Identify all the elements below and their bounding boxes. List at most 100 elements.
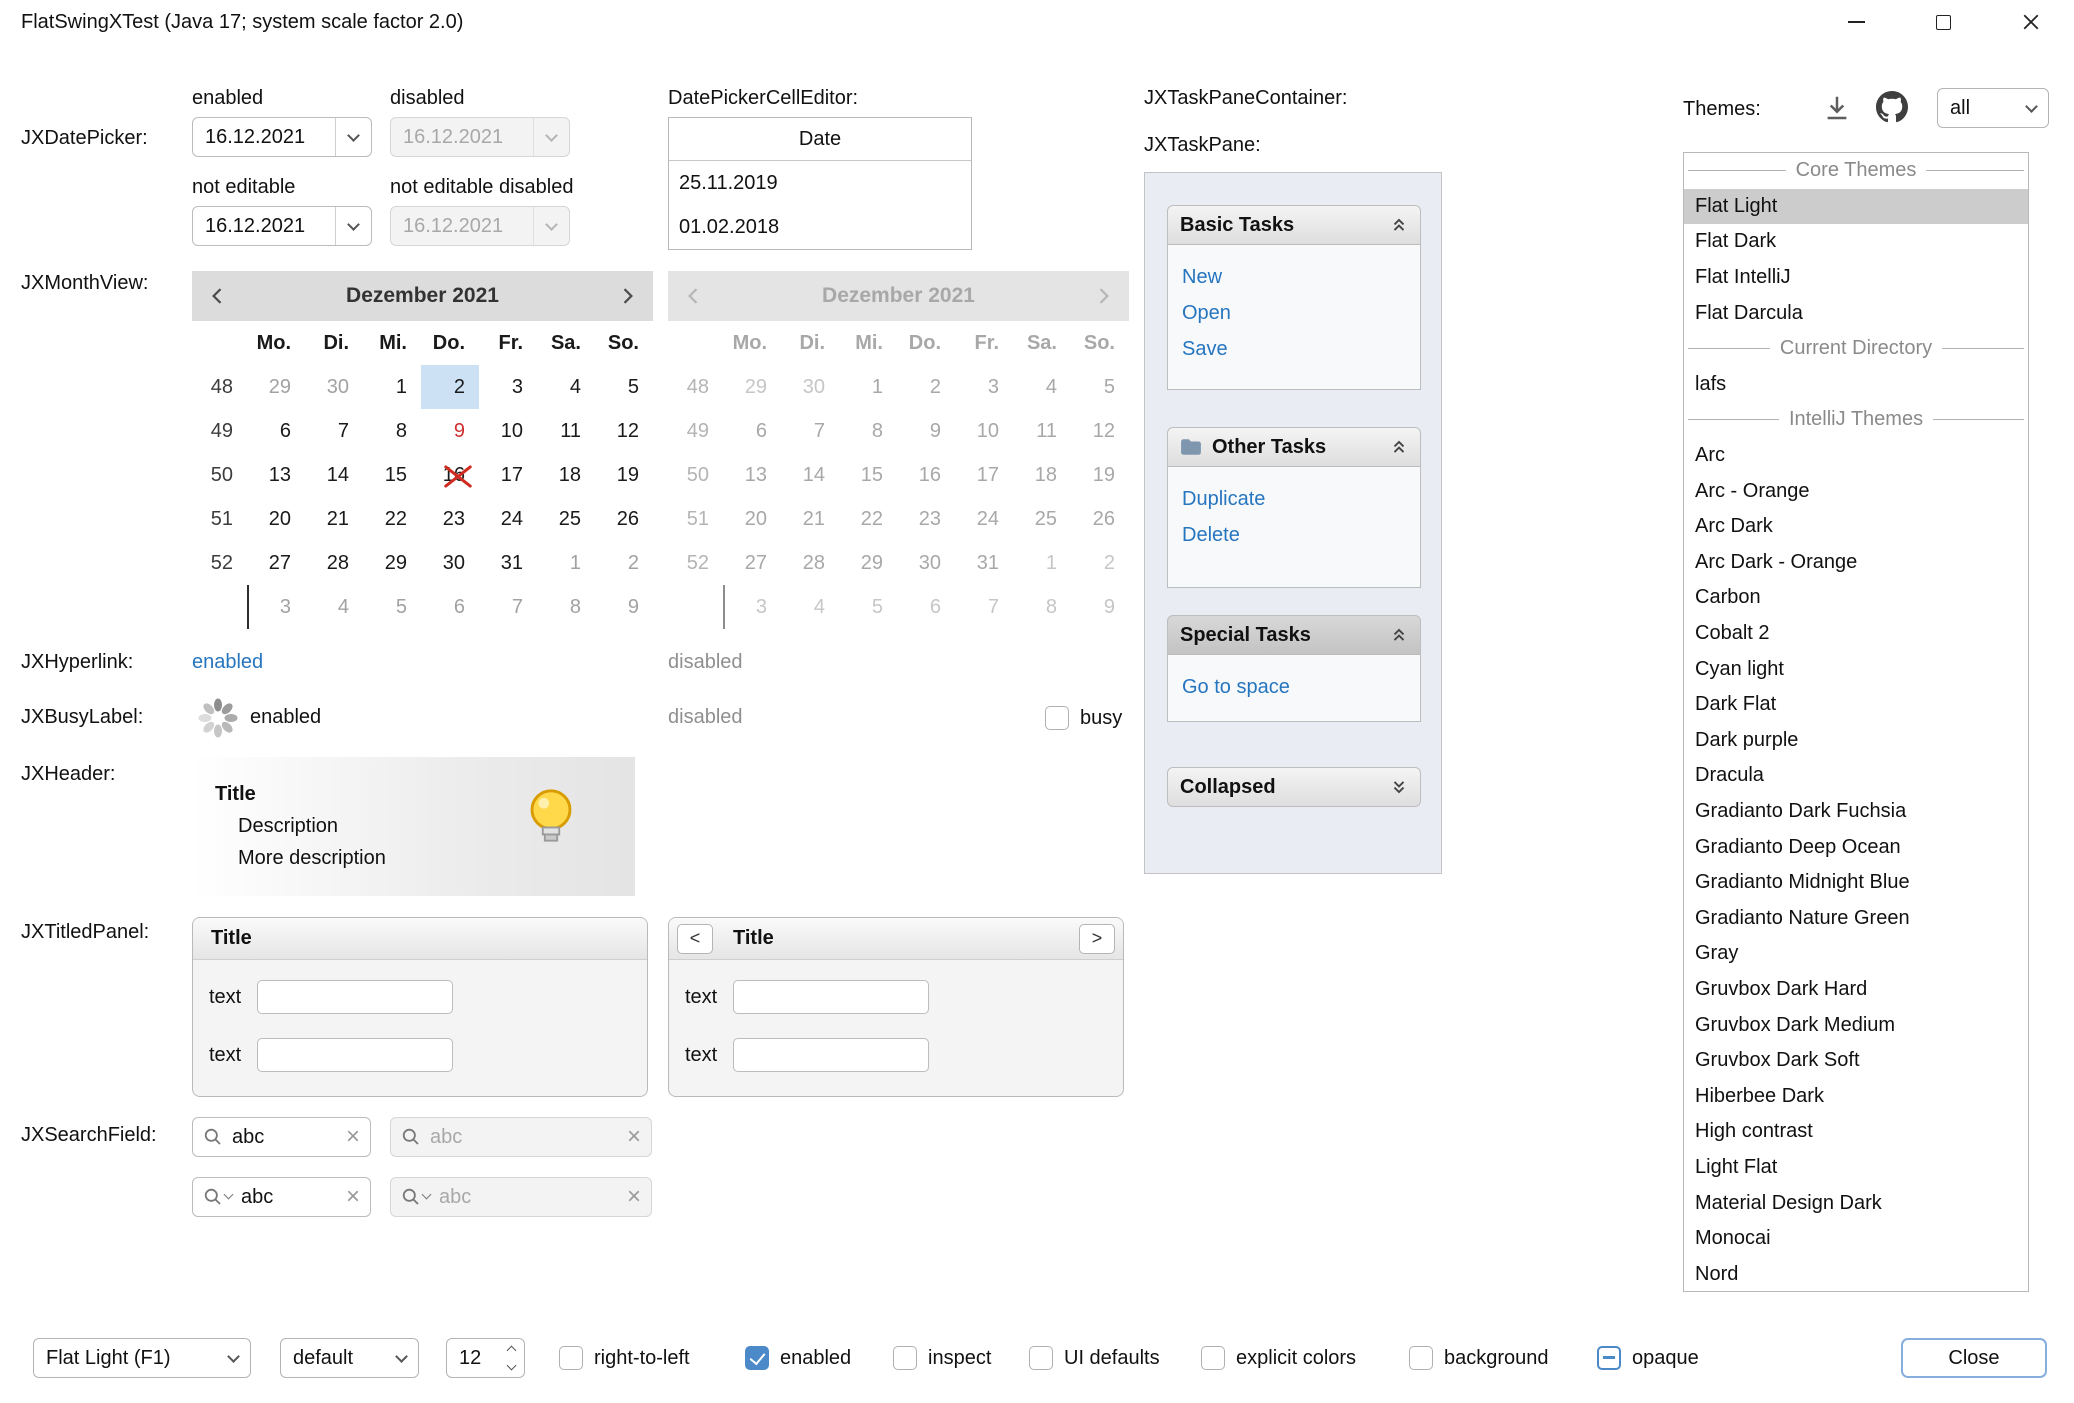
calendar-day[interactable]: 31 [479,541,537,585]
checkbox-explicit-colors[interactable]: explicit colors [1201,1338,1356,1378]
theme-item-gradianto-dark-fuchsia[interactable]: Gradianto Dark Fuchsia [1684,794,2028,830]
calendar-day[interactable]: 8 [537,585,595,629]
calendar-day[interactable]: 28 [305,541,363,585]
theme-item-cobalt-2[interactable]: Cobalt 2 [1684,616,2028,652]
titledpanel-right-button[interactable]: > [1079,924,1115,954]
calendar-day[interactable]: 17 [479,453,537,497]
laf-combobox[interactable]: Flat Light (F1) [33,1338,251,1378]
calendar-day[interactable]: 22 [363,497,421,541]
checkbox-busy[interactable]: busy [1045,698,1122,738]
themes-filter-combobox[interactable]: all [1937,88,2049,128]
theme-item-gradianto-nature-green[interactable]: Gradianto Nature Green [1684,900,2028,936]
theme-item-flat-dark[interactable]: Flat Dark [1684,224,2028,260]
calendar-day[interactable]: 10 [479,409,537,453]
taskpane-action-delete[interactable]: Delete [1182,517,1420,553]
calendar-day[interactable]: 4 [537,365,595,409]
titledpanel-left-button[interactable]: < [677,924,713,954]
text-input[interactable] [733,1038,929,1072]
checkbox-inspect[interactable]: inspect [893,1338,991,1378]
calendar-day[interactable]: 29 [247,365,305,409]
clear-icon[interactable]: × [346,1125,360,1149]
theme-item-flat-light[interactable]: Flat Light [1684,189,2028,225]
checkbox-ui-defaults[interactable]: UI defaults [1029,1338,1160,1378]
theme-item-high-contrast[interactable]: High contrast [1684,1114,2028,1150]
theme-item-dark-purple[interactable]: Dark purple [1684,723,2028,759]
calendar-day[interactable]: 24 [479,497,537,541]
spinner-down-button[interactable] [498,1358,524,1377]
theme-item-carbon[interactable]: Carbon [1684,580,2028,616]
font-combobox[interactable]: default [280,1338,419,1378]
theme-item-material-design-dark[interactable]: Material Design Dark [1684,1185,2028,1221]
close-dialog-button[interactable]: Close [1901,1338,2047,1378]
calendar-day[interactable]: 12 [595,409,653,453]
spinner-up-button[interactable] [498,1339,524,1358]
text-input[interactable] [257,980,453,1014]
theme-item-nord[interactable]: Nord [1684,1256,2028,1292]
theme-item-cyan-light[interactable]: Cyan light [1684,651,2028,687]
calendar-day[interactable]: 15 [363,453,421,497]
calendar-day[interactable]: 3 [247,585,305,629]
theme-item-light-flat[interactable]: Light Flat [1684,1150,2028,1186]
calendar-day[interactable]: 7 [479,585,537,629]
theme-item-arc-dark[interactable]: Arc Dark [1684,509,2028,545]
calendar-day[interactable]: 14 [305,453,363,497]
table-row[interactable]: 25.11.2019 [669,161,971,205]
taskpane-action-new[interactable]: New [1182,259,1420,295]
theme-item-hiberbee-dark[interactable]: Hiberbee Dark [1684,1078,2028,1114]
theme-item-flat-darcula[interactable]: Flat Darcula [1684,295,2028,331]
taskpane-action-go-to-space[interactable]: Go to space [1182,669,1420,705]
calendar-day[interactable]: 18 [537,453,595,497]
theme-item-arc-dark-orange[interactable]: Arc Dark - Orange [1684,545,2028,581]
calendar-day[interactable]: 2 [421,365,479,409]
calendar-day[interactable]: 5 [595,365,653,409]
checkbox-enabled[interactable]: enabled [745,1338,851,1378]
calendar-day[interactable]: 16 [421,453,479,497]
calendar-day[interactable]: 23 [421,497,479,541]
theme-item-gruvbox-dark-medium[interactable]: Gruvbox Dark Medium [1684,1007,2028,1043]
calendar-day[interactable]: 7 [305,409,363,453]
next-month-button[interactable] [601,271,653,321]
datepicker-enabled[interactable]: 16.12.2021 [192,117,372,157]
calendar-day[interactable]: 29 [363,541,421,585]
previous-month-button[interactable] [192,271,244,321]
maximize-button[interactable] [1900,0,1987,44]
taskpane-action-save[interactable]: Save [1182,331,1420,367]
close-window-button[interactable] [1987,0,2074,44]
calendar-day[interactable]: 26 [595,497,653,541]
hyperlink-enabled[interactable]: enabled [192,651,263,674]
table-row[interactable]: 01.02.2018 [669,205,971,249]
taskpane-header-basic-tasks[interactable]: Basic Tasks [1167,205,1421,245]
calendar-day[interactable]: 13 [247,453,305,497]
checkbox-opaque[interactable]: opaque [1597,1338,1699,1378]
searchfield-dropdown-enabled[interactable]: abc× [192,1177,371,1217]
calendar-day[interactable]: 30 [305,365,363,409]
theme-item-gradianto-deep-ocean[interactable]: Gradianto Deep Ocean [1684,829,2028,865]
checkbox-background[interactable]: background [1409,1338,1549,1378]
calendar-day[interactable]: 1 [537,541,595,585]
taskpane-action-duplicate[interactable]: Duplicate [1182,481,1420,517]
taskpane-header-special-tasks[interactable]: Special Tasks [1167,615,1421,655]
theme-item-gray[interactable]: Gray [1684,936,2028,972]
theme-item-arc-orange[interactable]: Arc - Orange [1684,473,2028,509]
theme-item-dracula[interactable]: Dracula [1684,758,2028,794]
theme-item-dark-flat[interactable]: Dark Flat [1684,687,2028,723]
searchfield-enabled[interactable]: abc× [192,1117,371,1157]
theme-item-gruvbox-dark-soft[interactable]: Gruvbox Dark Soft [1684,1043,2028,1079]
calendar-day[interactable]: 21 [305,497,363,541]
theme-item-monocai[interactable]: Monocai [1684,1221,2028,1257]
github-button[interactable] [1876,91,1908,129]
calendar-day[interactable]: 9 [421,409,479,453]
calendar-day[interactable]: 27 [247,541,305,585]
calendar-day[interactable]: 3 [479,365,537,409]
theme-item-arc[interactable]: Arc [1684,438,2028,474]
taskpane-header-collapsed[interactable]: Collapsed [1167,767,1421,807]
datepicker-arrow-button[interactable] [335,207,371,245]
calendar-day[interactable]: 20 [247,497,305,541]
calendar-day[interactable]: 19 [595,453,653,497]
calendar-day[interactable]: 2 [595,541,653,585]
download-button[interactable] [1822,93,1852,129]
datepicker-arrow-button[interactable] [335,118,371,156]
font-size-spinner[interactable]: 12 [446,1338,525,1378]
calendar-day[interactable]: 30 [421,541,479,585]
taskpane-action-open[interactable]: Open [1182,295,1420,331]
